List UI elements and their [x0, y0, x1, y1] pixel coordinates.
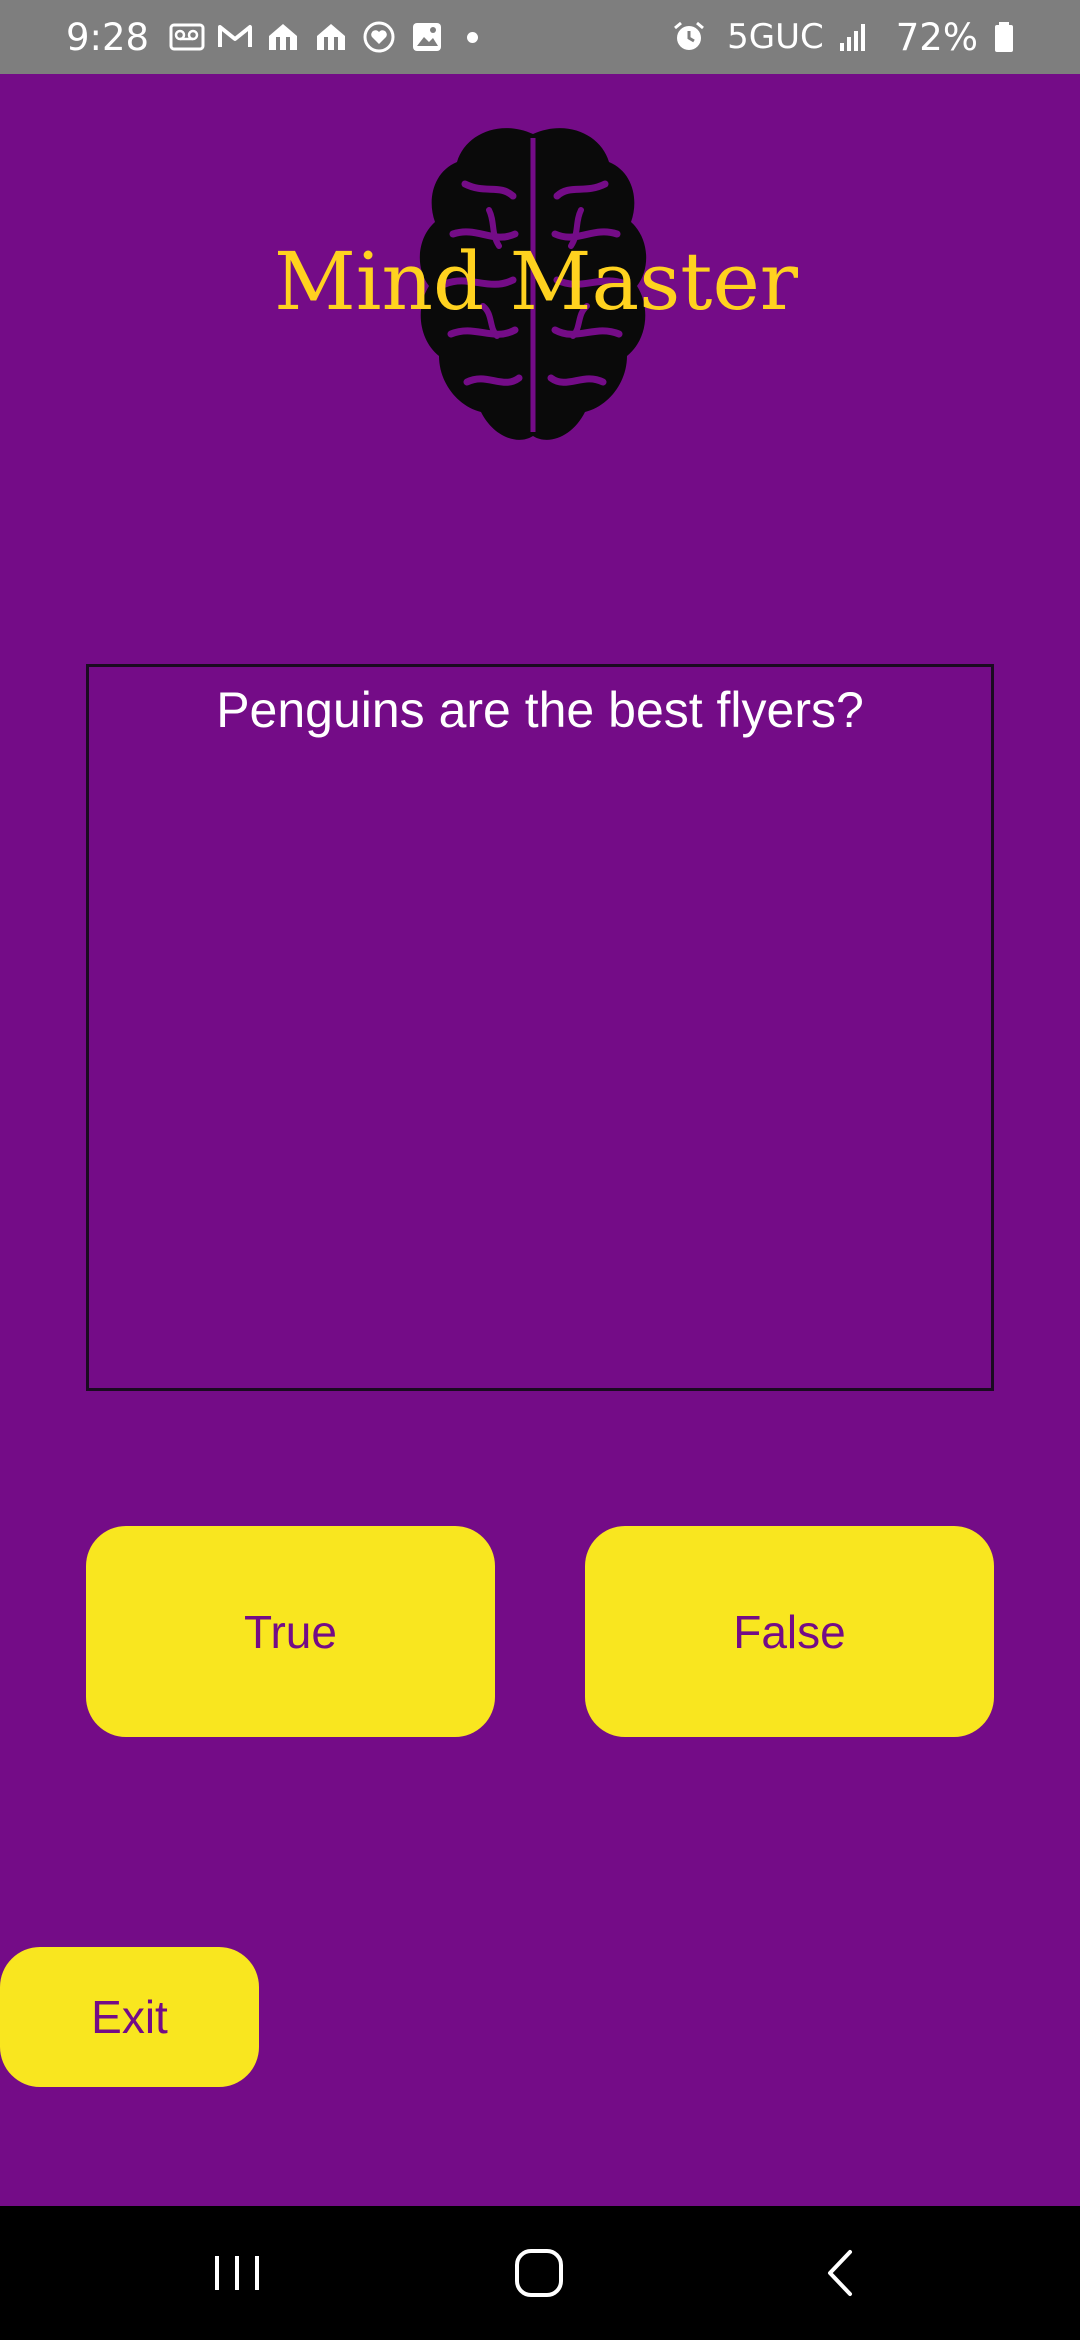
quiz-screen: Mind Master Penguins are the best flyers… — [0, 74, 1080, 2206]
question-text: Penguins are the best flyers? — [216, 682, 864, 738]
battery-percent: 72% — [895, 15, 978, 59]
status-time: 9:28 — [66, 15, 150, 59]
app-title: Mind Master — [273, 235, 799, 328]
status-left: 9:28 — [66, 15, 479, 59]
false-button[interactable]: False — [585, 1526, 994, 1737]
notification-dot — [467, 31, 479, 43]
signal-icon — [836, 19, 872, 55]
true-button[interactable]: True — [86, 1526, 495, 1737]
voicemail-icon — [169, 19, 205, 55]
back-icon[interactable] — [806, 2236, 880, 2310]
exit-button[interactable]: Exit — [0, 1947, 259, 2087]
battery-icon — [986, 19, 1022, 55]
home-icon[interactable] — [502, 2236, 576, 2310]
gmail-icon — [217, 19, 253, 55]
recent-apps-icon[interactable] — [201, 2236, 275, 2310]
status-bar: 9:28 5GUC 72% — [0, 0, 1080, 74]
question-box: Penguins are the best flyers? — [86, 664, 994, 1391]
alarm-icon — [671, 19, 707, 55]
heart-app-icon — [361, 19, 397, 55]
home-app-icon — [313, 19, 349, 55]
gallery-icon — [409, 19, 445, 55]
status-right: 5GUC 72% — [671, 16, 1034, 59]
network-type: 5GUC — [727, 17, 824, 57]
navigation-bar — [0, 2206, 1080, 2340]
home-app-icon — [265, 19, 301, 55]
